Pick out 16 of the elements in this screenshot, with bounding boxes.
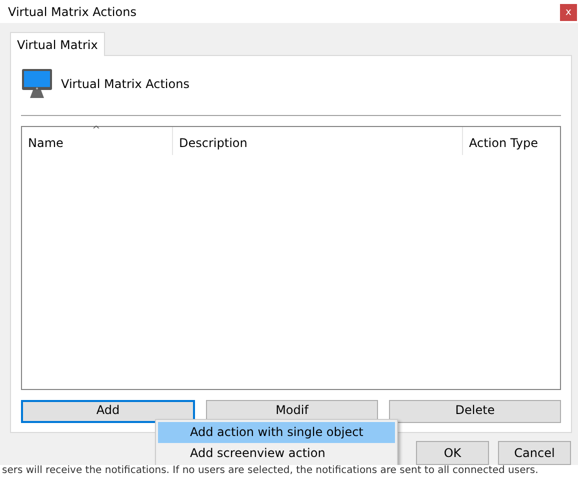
section-title: Virtual Matrix Actions [61, 77, 190, 91]
tab[interactable]: Virtual Matrix [10, 32, 105, 56]
column-header[interactable]: Action Type [463, 127, 560, 155]
window-title: Virtual Matrix Actions [8, 4, 136, 18]
dialog-button[interactable]: OK [416, 441, 489, 465]
column-header[interactable]: Description [173, 127, 463, 155]
menu-item[interactable]: Add action with single object [158, 422, 395, 443]
action-button[interactable]: Delete [389, 400, 561, 423]
action-button[interactable]: Add [21, 400, 195, 423]
background-text: sers will receive the notifications. If no users are selected, the notifications are sent to all connected users. [0, 465, 578, 477]
dialog-button[interactable]: Cancel [498, 441, 571, 465]
column-header[interactable]: Name ^ [22, 127, 173, 155]
menu-item[interactable]: Add screenview action [158, 443, 395, 464]
monitor-icon [21, 68, 53, 100]
close-button[interactable]: x [560, 4, 577, 20]
sort-caret-icon: ^ [92, 125, 100, 136]
